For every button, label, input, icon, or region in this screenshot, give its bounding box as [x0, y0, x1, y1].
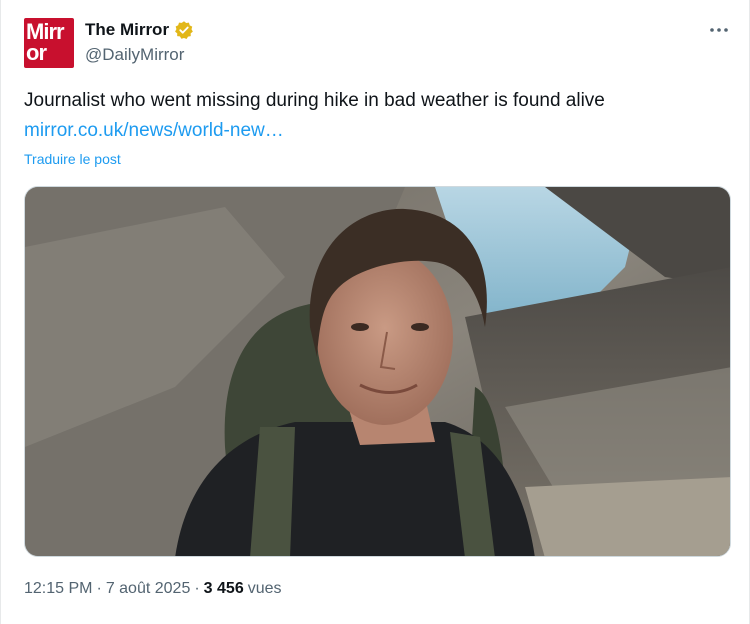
meta-separator: ·	[96, 580, 102, 597]
tweet-date[interactable]: 7 août 2025	[106, 580, 191, 598]
tweet-text: Journalist who went missing during hike …	[24, 90, 605, 111]
more-options-icon[interactable]	[707, 20, 731, 40]
translate-post-button[interactable]: Traduire le post	[24, 151, 121, 167]
author-handle[interactable]: @DailyMirror	[85, 45, 184, 65]
author-avatar[interactable]: Mirr or	[24, 18, 74, 68]
views-label: vues	[247, 580, 282, 597]
tweet-meta: 12:15 PM · 7 août 2025 · 3 456 vues	[24, 580, 282, 598]
verified-badge-icon	[175, 21, 193, 39]
author-name-row: The Mirror	[85, 20, 194, 40]
author-display-name[interactable]: The Mirror	[85, 20, 169, 40]
photo-of-hiker-icon	[25, 187, 730, 556]
tweet-photo[interactable]	[24, 186, 731, 557]
meta-separator-2: ·	[194, 580, 200, 597]
avatar-logo-line2: or	[26, 40, 47, 65]
views-count: 3 456	[203, 580, 244, 597]
tweet-card: Mirr or The Mirror @DailyMirror Journali…	[0, 0, 750, 624]
tweet-time[interactable]: 12:15 PM	[24, 580, 92, 598]
tweet-link[interactable]: mirror.co.uk/news/world-new…	[24, 118, 284, 144]
